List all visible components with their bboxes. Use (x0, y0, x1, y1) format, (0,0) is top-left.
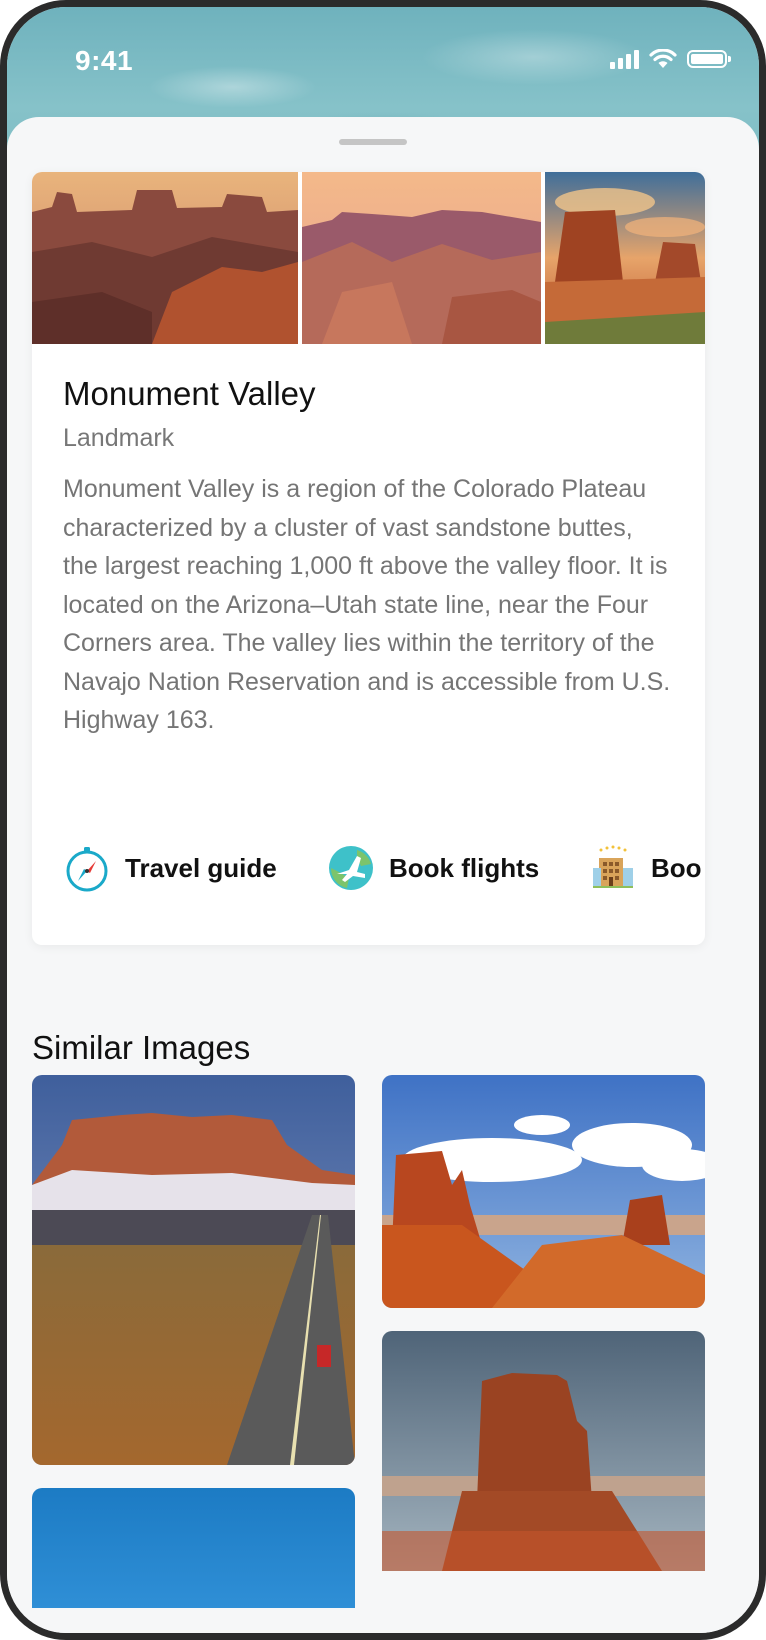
sheet-grabber-handle[interactable] (339, 139, 407, 145)
book-hotels-action[interactable]: Boo (589, 840, 702, 896)
airplane-globe-icon (329, 846, 373, 890)
status-bar: 9:41 (7, 7, 759, 107)
cellular-signal-icon (610, 49, 639, 69)
similar-image-1[interactable] (32, 1075, 355, 1465)
place-description: Monument Valley is a region of the Color… (63, 475, 671, 734)
wifi-icon (649, 49, 677, 68)
action-row: Travel guide Book flights Boo (63, 840, 705, 896)
status-time: 9:41 (75, 45, 134, 76)
hotel-building-icon (593, 845, 633, 888)
strip-photo-3[interactable] (545, 172, 705, 344)
compass-icon (66, 847, 108, 892)
similar-image-2[interactable] (382, 1075, 705, 1308)
place-title: Monument Valley (63, 375, 316, 412)
book-flights-action[interactable]: Book flights (327, 840, 539, 896)
strip-photo-1[interactable] (32, 172, 298, 344)
book-flights-label: Book flights (389, 852, 540, 883)
battery-icon (687, 50, 731, 68)
similar-image-3[interactable] (382, 1331, 705, 1571)
status-icons (610, 49, 731, 69)
phone-frame: 9:41 Monument Valley Landmark Monument V… (0, 0, 766, 1640)
strip-photo-2[interactable] (302, 172, 541, 344)
book-hotels-label: Boo (651, 852, 702, 883)
bottom-sheet[interactable]: Monument Valley Landmark Monument Valley… (7, 117, 759, 1633)
similar-image-4[interactable] (32, 1488, 355, 1608)
travel-guide-label: Travel guide (125, 852, 277, 883)
photo-strip[interactable] (32, 172, 705, 344)
place-card: Monument Valley Landmark Monument Valley… (32, 172, 705, 945)
similar-images-title: Similar Images (32, 1029, 251, 1066)
travel-guide-action[interactable]: Travel guide (63, 840, 277, 896)
place-category: Landmark (63, 424, 175, 452)
